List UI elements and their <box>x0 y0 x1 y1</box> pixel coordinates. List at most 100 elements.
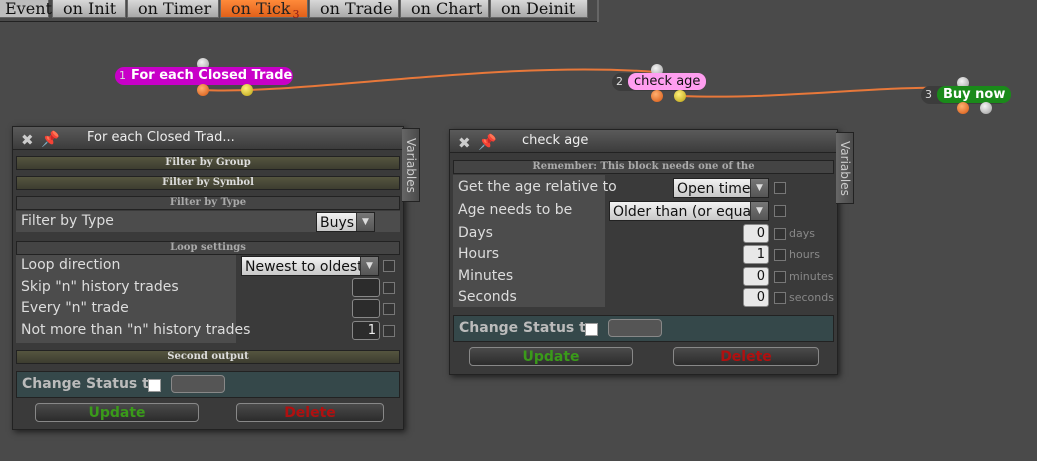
row-age-relative: Get the age relative to Open time ▼ <box>453 177 834 198</box>
every-n-trade-input[interactable] <box>352 299 380 318</box>
node-3-label: Buy now <box>937 86 1012 103</box>
section-filter-by-symbol[interactable]: Filter by Symbol <box>16 176 400 190</box>
chevron-down-icon: ▼ <box>750 202 768 220</box>
not-more-than-input[interactable]: 1 <box>352 321 380 340</box>
not-more-than-checkbox[interactable] <box>383 325 395 337</box>
chevron-down-icon: ▼ <box>360 257 378 275</box>
age-relative-label: Get the age relative to <box>458 179 617 195</box>
remember-note: Remember: This block needs one of the <box>453 160 834 174</box>
loop-direction-checkbox[interactable] <box>383 260 395 272</box>
row-minutes: Minutes 0 minutes <box>453 266 834 287</box>
row-seconds: Seconds 0 seconds <box>453 287 834 308</box>
panel-2-title: check age <box>522 133 589 148</box>
panel-2-body: Remember: This block needs one of the Ge… <box>453 156 834 372</box>
node-1-second-output-connector[interactable] <box>241 84 253 96</box>
days-label: Days <box>458 225 493 241</box>
node-1-output-connector[interactable] <box>197 84 209 96</box>
close-icon[interactable]: ✖ <box>458 132 471 154</box>
minutes-label: Minutes <box>458 268 514 284</box>
seconds-label: Seconds <box>458 289 517 305</box>
loop-direction-label: Loop direction <box>21 257 121 273</box>
age-needs-select[interactable]: Older than (or equal) ▼ <box>609 201 769 221</box>
panel-2-variables-tab[interactable]: Variables <box>836 132 854 204</box>
hours-input[interactable]: 1 <box>743 245 769 264</box>
age-relative-select[interactable]: Open time ▼ <box>673 178 769 198</box>
panel-1-variables-tab[interactable]: Variables <box>402 128 420 202</box>
change-status-label: Change Status to <box>22 376 159 392</box>
row-skip-history: Skip "n" history trades <box>16 277 400 298</box>
skip-history-checkbox[interactable] <box>383 282 395 294</box>
filter-by-type-label: Filter by Type <box>21 213 114 229</box>
panel-2-title-bar[interactable]: ✖ 📌 check age <box>450 130 837 153</box>
every-n-trade-checkbox[interactable] <box>383 303 395 315</box>
hours-unit: hours <box>789 248 820 261</box>
panel-1-title: For each Closed Trad... <box>87 130 235 145</box>
delete-button[interactable]: Delete <box>673 347 819 366</box>
days-unit: days <box>789 227 815 240</box>
change-status-label: Change Status to <box>459 320 596 336</box>
close-icon[interactable]: ✖ <box>21 129 34 151</box>
days-checkbox[interactable] <box>774 228 786 240</box>
age-relative-value: Open time <box>677 181 751 197</box>
change-status-field[interactable] <box>171 375 225 393</box>
node-2-output-connector[interactable] <box>651 90 663 102</box>
node-2-second-output-connector[interactable] <box>674 90 686 102</box>
node-3-second-output-connector[interactable] <box>980 102 992 114</box>
node-1-label: For each Closed Trade <box>131 68 293 83</box>
age-needs-value: Older than (or equal) <box>613 204 761 220</box>
update-button[interactable]: Update <box>469 347 633 366</box>
row-days: Days 0 days <box>453 223 834 244</box>
update-button[interactable]: Update <box>35 403 199 422</box>
node-check-age[interactable]: 2 check age <box>612 73 707 91</box>
node-for-each-closed-trade[interactable]: 1 For each Closed Trade <box>115 67 293 85</box>
node-3-number: 3 <box>925 88 932 101</box>
node-1-number: 1 <box>119 69 126 82</box>
block-panel-check-age: ✖ 📌 check age Remember: This block needs… <box>449 129 838 375</box>
skip-history-label: Skip "n" history trades <box>21 279 179 295</box>
block-panel-for-each-closed-trade: ✖ 📌 For each Closed Trad... Filter by Gr… <box>12 126 404 430</box>
node-2-number: 2 <box>616 75 623 88</box>
not-more-than-label: Not more than "n" history trades <box>21 322 251 338</box>
hours-label: Hours <box>458 246 500 262</box>
row-filter-by-type: Filter by Type Buys ▼ <box>16 211 400 232</box>
filter-by-type-select[interactable]: Buys ▼ <box>316 212 375 232</box>
age-relative-checkbox[interactable] <box>774 182 786 194</box>
seconds-input[interactable]: 0 <box>743 288 769 307</box>
section-filter-by-type[interactable]: Filter by Type <box>16 196 400 210</box>
change-status-field[interactable] <box>608 319 662 337</box>
loop-direction-value: Newest to oldest <box>245 259 363 275</box>
row-every-n-trade: Every "n" trade <box>16 298 400 319</box>
minutes-input[interactable]: 0 <box>743 267 769 286</box>
pin-icon[interactable]: 📌 <box>478 131 497 153</box>
hours-checkbox[interactable] <box>774 249 786 261</box>
every-n-trade-label: Every "n" trade <box>21 300 129 316</box>
change-status-bar: Change Status to <box>16 371 400 398</box>
minutes-checkbox[interactable] <box>774 271 786 283</box>
change-status-bar: Change Status to <box>453 315 834 342</box>
filter-by-type-value: Buys <box>320 215 355 231</box>
seconds-checkbox[interactable] <box>774 292 786 304</box>
section-loop-settings[interactable]: Loop settings <box>16 241 400 255</box>
row-not-more-than: Not more than "n" history trades 1 <box>16 320 400 341</box>
seconds-unit: seconds <box>789 291 834 304</box>
chevron-down-icon: ▼ <box>750 179 768 197</box>
skip-history-input[interactable] <box>352 278 380 297</box>
node-3-output-connector[interactable] <box>957 102 969 114</box>
change-status-checkbox[interactable] <box>148 379 161 392</box>
row-age-needs: Age needs to be Older than (or equal) ▼ <box>453 200 834 221</box>
minutes-unit: minutes <box>789 270 834 283</box>
days-input[interactable]: 0 <box>743 224 769 243</box>
wire-2-to-3 <box>679 86 963 98</box>
change-status-checkbox[interactable] <box>585 323 598 336</box>
node-2-label: check age <box>628 73 707 90</box>
section-filter-by-group[interactable]: Filter by Group <box>16 156 400 170</box>
section-second-output[interactable]: Second output <box>16 350 400 364</box>
loop-direction-select[interactable]: Newest to oldest ▼ <box>241 256 379 276</box>
row-hours: Hours 1 hours <box>453 244 834 265</box>
delete-button[interactable]: Delete <box>236 403 384 422</box>
row-loop-direction: Loop direction Newest to oldest ▼ <box>16 255 400 276</box>
panel-1-title-bar[interactable]: ✖ 📌 For each Closed Trad... <box>13 127 403 150</box>
age-needs-checkbox[interactable] <box>774 205 786 217</box>
pin-icon[interactable]: 📌 <box>41 128 60 150</box>
chevron-down-icon: ▼ <box>356 213 374 231</box>
